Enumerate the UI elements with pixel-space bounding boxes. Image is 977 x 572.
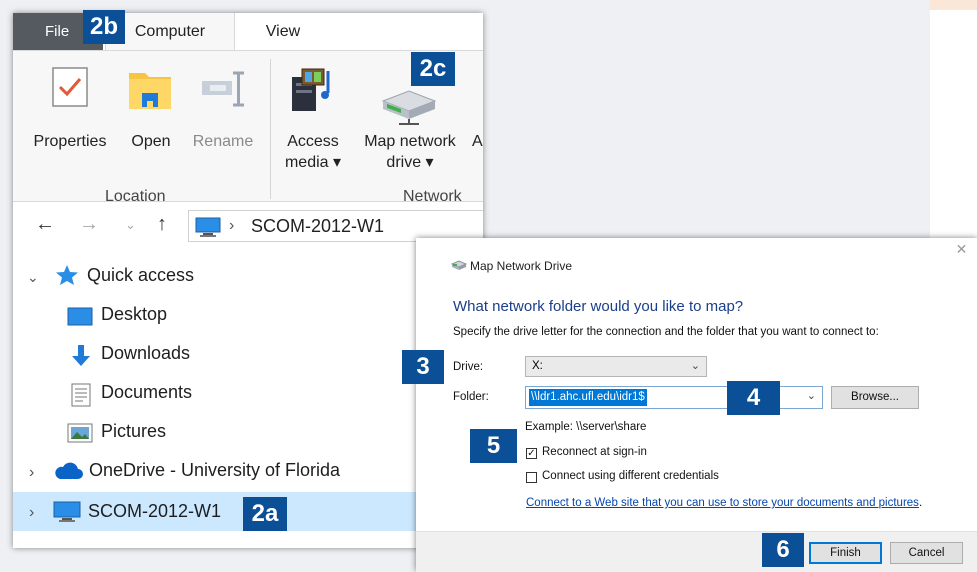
map-network-drive-label-2: drive ▾ [386,154,434,171]
computer-icon [195,217,221,237]
network-drive-icon [451,260,467,270]
chevron-down-icon: ⌄ [690,360,700,372]
dialog-footer: Finish Cancel [416,531,977,572]
map-network-drive-label-1: Map network [364,133,456,150]
nav-desktop[interactable]: Desktop [101,295,167,334]
cancel-button[interactable]: Cancel [890,542,963,564]
map-network-drive-dialog: ✕ Map Network Drive What network folder … [416,238,977,572]
access-media-label-2: media ▾ [284,154,342,171]
tab-view[interactable]: View [253,13,313,50]
chevron-down-icon[interactable]: ⌄ [807,389,816,402]
nav-onedrive[interactable]: OneDrive - University of Florida [89,451,340,490]
pictures-icon [67,423,93,443]
forward-arrow-icon[interactable]: → [79,213,99,236]
dialog-title: Map Network Drive [470,259,573,273]
step-badge-2a: 2a [243,497,287,531]
web-site-link[interactable]: Connect to a Web site that you can use t… [526,497,922,509]
close-icon[interactable]: ✕ [946,238,977,260]
step-badge-5: 5 [470,429,517,463]
network-drive-icon [381,90,437,125]
step-badge-6: 6 [762,533,804,567]
nav-documents[interactable]: Documents [101,373,192,412]
star-icon [56,265,78,285]
address-separator: › [229,217,235,234]
rename-label: Rename [192,133,254,150]
nav-quick-access[interactable]: Quick access [87,256,194,295]
step-badge-3: 3 [402,350,444,384]
web-site-link-period: . [918,497,923,509]
step-badge-2c: 2c [411,52,455,86]
step-badge-4: 4 [727,381,780,415]
documents-icon [71,383,91,407]
step-badge-2b: 2b [83,10,125,44]
recent-locations-chevron-icon[interactable]: ⌄ [125,217,136,233]
access-media-button[interactable]: Access media ▾ [276,59,350,177]
properties-button[interactable]: Properties [27,59,113,169]
address-location-text: SCOM-2012-W1 [251,216,385,236]
add-network-location-label[interactable]: A [472,131,483,152]
up-arrow-icon[interactable]: ↑ [157,213,167,236]
web-site-link-text: Connect to a Web site that you can use t… [526,497,919,509]
reconnect-label[interactable]: Reconnect at sign-in [542,446,647,458]
drive-label: Drive: [453,361,484,373]
drive-select-value: X: [532,360,543,372]
different-credentials-checkbox[interactable] [526,472,537,483]
media-server-icon [292,68,330,111]
download-arrow-icon [72,345,90,366]
rename-icon [202,71,244,107]
file-explorer-window: File Computer View Properties Open Renam… [13,13,483,548]
open-button[interactable]: Open [121,59,181,169]
quick-access-chevron-icon[interactable]: ⌄ [27,258,39,297]
nav-pictures[interactable]: Pictures [101,412,166,451]
dialog-instruction: Specify the drive letter for the connect… [453,326,879,338]
dialog-titlebar [416,238,977,260]
ribbon-group-separator [270,59,271,199]
cloud-icon [55,462,83,479]
folder-input-value: \\ldr1.ahc.ufl.edu\idr1$ [529,389,647,406]
computer-chevron-icon[interactable]: › [29,493,34,532]
drive-select[interactable]: X: ⌄ [525,356,707,377]
computer-icon [53,501,81,522]
properties-icon [52,67,88,107]
open-label: Open [131,133,171,150]
different-credentials-label[interactable]: Connect using different credentials [542,470,719,482]
access-media-label-1: Access [287,133,339,150]
reconnect-checkbox[interactable]: ✓ [526,448,537,459]
rename-button[interactable]: Rename [186,59,260,169]
folder-example-text: Example: \\server\share [525,421,647,433]
properties-label: Properties [33,133,107,150]
nav-downloads[interactable]: Downloads [101,334,190,373]
browse-button[interactable]: Browse... [831,386,919,409]
folder-label: Folder: [453,391,489,403]
open-icon [129,73,171,109]
finish-button[interactable]: Finish [809,542,882,564]
dialog-heading: What network folder would you like to ma… [453,298,744,315]
nav-computer-label: SCOM-2012-W1 [88,501,222,521]
desktop-icon [67,307,93,326]
onedrive-chevron-icon[interactable]: › [29,453,34,492]
back-arrow-icon[interactable]: ← [35,213,55,236]
background-accent-strip [930,0,977,10]
